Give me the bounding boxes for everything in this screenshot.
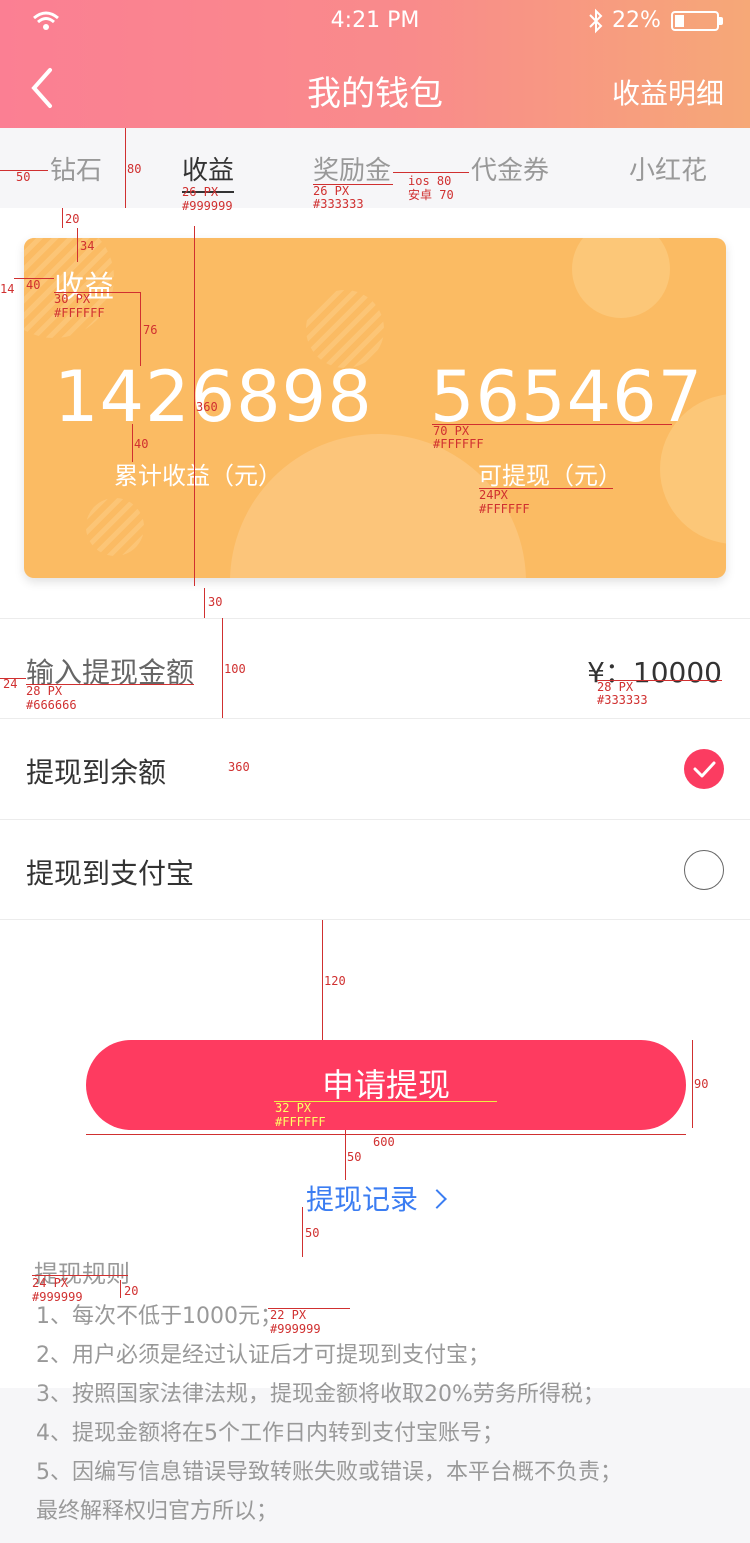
withdraw-records-link[interactable]: 提现记录 xyxy=(0,1178,750,1218)
rule-item: 5、因编写信息错误导致转账失败或错误，本平台概不负责； xyxy=(36,1460,622,1485)
annotation-line xyxy=(322,920,323,1040)
annotation-text: #666666 xyxy=(26,698,77,712)
annotation-text: 安卓 70 xyxy=(408,188,454,202)
total-earnings-label: 累计收益（元） xyxy=(114,462,282,490)
annotation-text: ios 80 xyxy=(408,174,452,188)
tab-label: 奖励金 xyxy=(313,156,392,186)
option-row-balance[interactable]: 提现到余额 xyxy=(0,718,750,818)
annotation-text: 32 PX xyxy=(275,1101,312,1115)
card-decoration xyxy=(572,238,670,318)
annotation-line xyxy=(345,1130,346,1180)
annotation-text: 20 xyxy=(124,1284,139,1298)
annotation-text: 90 xyxy=(694,1077,709,1091)
battery-cap xyxy=(719,17,723,25)
tab-vouchers[interactable]: 代金券 xyxy=(471,150,549,187)
rule-item: 最终解释权归官方所以； xyxy=(36,1499,279,1524)
annotation-text: 600 xyxy=(373,1135,395,1149)
tab-label: 收益 xyxy=(182,156,235,186)
annotation-text: 120 xyxy=(324,974,346,988)
annotation-text: 40 xyxy=(26,278,41,292)
annotation-text: #333333 xyxy=(597,693,648,707)
annotation-text: #FFFFFF xyxy=(433,437,484,451)
tab-bar: 钻石 收益 奖励金 代金券 小红花 xyxy=(0,128,750,208)
tab-earnings[interactable]: 收益 xyxy=(182,150,235,193)
records-link-label: 提现记录 xyxy=(305,1183,418,1216)
battery-icon xyxy=(671,11,719,31)
annotation-line xyxy=(692,1040,693,1128)
annotation-text: 30 PX xyxy=(54,292,91,306)
option-row-alipay[interactable]: 提现到支付宝 xyxy=(0,819,750,919)
tab-label: 代金券 xyxy=(471,156,550,186)
annotation-text: 24 PX xyxy=(32,1276,69,1290)
annotation-text: 22 PX xyxy=(270,1308,307,1322)
annotation-line xyxy=(302,1207,303,1257)
annotation-text: 100 xyxy=(224,662,246,676)
annotation-text: 360 xyxy=(196,400,218,414)
chevron-right-icon xyxy=(427,1189,447,1209)
annotation-text: #FFFFFF xyxy=(54,306,105,320)
annotation-text: #FFFFFF xyxy=(479,502,530,516)
card-decoration xyxy=(86,498,144,556)
annotation-line xyxy=(77,228,78,262)
bluetooth-icon xyxy=(589,8,603,34)
annotation-text: 50 xyxy=(16,170,31,184)
annotation-text: 24PX xyxy=(479,488,508,502)
annotation-line xyxy=(222,618,223,718)
nav-header: 4:21 PM 22% 我的钱包 收益明细 xyxy=(0,0,750,128)
annotation-text: 80 xyxy=(127,162,142,176)
annotation-text: 20 xyxy=(65,212,80,226)
tab-label: 小红花 xyxy=(629,156,708,186)
tab-label: 钻石 xyxy=(50,156,103,186)
annotation-text: 26 PX xyxy=(182,185,219,199)
radio-unselected-icon[interactable] xyxy=(684,850,724,890)
rule-item: 2、用户必须是经过认证后才可提现到支付宝； xyxy=(36,1343,490,1368)
annotation-text: #999999 xyxy=(270,1322,321,1336)
annotation-text: #333333 xyxy=(313,197,364,211)
earnings-detail-link[interactable]: 收益明细 xyxy=(612,72,724,112)
rule-item: 4、提现金额将在5个工作日内转到支付宝账号； xyxy=(36,1421,504,1446)
rule-item: 3、按照国家法律法规，提现金额将收取20%劳务所得税； xyxy=(36,1382,605,1407)
total-earnings-amount: 1426898 xyxy=(54,356,373,438)
annotation-line xyxy=(204,588,205,618)
annotation-text: 14 xyxy=(0,282,15,296)
annotation-text: 30 xyxy=(208,595,223,609)
apply-withdraw-button[interactable]: 申请提现 xyxy=(86,1040,686,1130)
annotation-line xyxy=(120,1280,121,1298)
annotation-line xyxy=(393,172,469,173)
annotation-text: #FFFFFF xyxy=(275,1115,326,1129)
option-label: 提现到支付宝 xyxy=(26,857,195,890)
tab-flowers[interactable]: 小红花 xyxy=(629,150,707,187)
tab-diamond[interactable]: 钻石 xyxy=(50,150,102,187)
annotation-line xyxy=(194,226,195,586)
annotation-text: 34 xyxy=(80,239,95,253)
option-label: 提现到余额 xyxy=(26,756,167,789)
check-selected-icon[interactable] xyxy=(684,749,724,789)
annotation-text: 50 xyxy=(347,1150,362,1164)
annotation-text: #999999 xyxy=(32,1290,83,1304)
annotation-text: 50 xyxy=(305,1226,320,1240)
annotation-text: 40 xyxy=(134,437,149,451)
annotation-text: 76 xyxy=(143,323,158,337)
annotation-line xyxy=(62,208,63,228)
annotation-text: #999999 xyxy=(182,199,233,213)
annotation-text: 360 xyxy=(228,760,250,774)
earnings-card: 收益 1426898 累计收益（元） 565467 可提现（元） xyxy=(24,238,726,578)
annotation-text: 24 xyxy=(3,677,18,691)
divider xyxy=(0,919,750,920)
annotation-line xyxy=(140,292,141,366)
battery-percent: 22% xyxy=(612,8,661,33)
annotation-line xyxy=(125,128,126,208)
tab-bonus[interactable]: 奖励金 xyxy=(313,150,391,187)
withdrawable-amount: 565467 xyxy=(430,356,704,438)
withdrawable-label: 可提现（元） xyxy=(478,462,622,490)
annotation-text: 28 PX xyxy=(26,684,63,698)
annotation-line xyxy=(132,424,133,462)
